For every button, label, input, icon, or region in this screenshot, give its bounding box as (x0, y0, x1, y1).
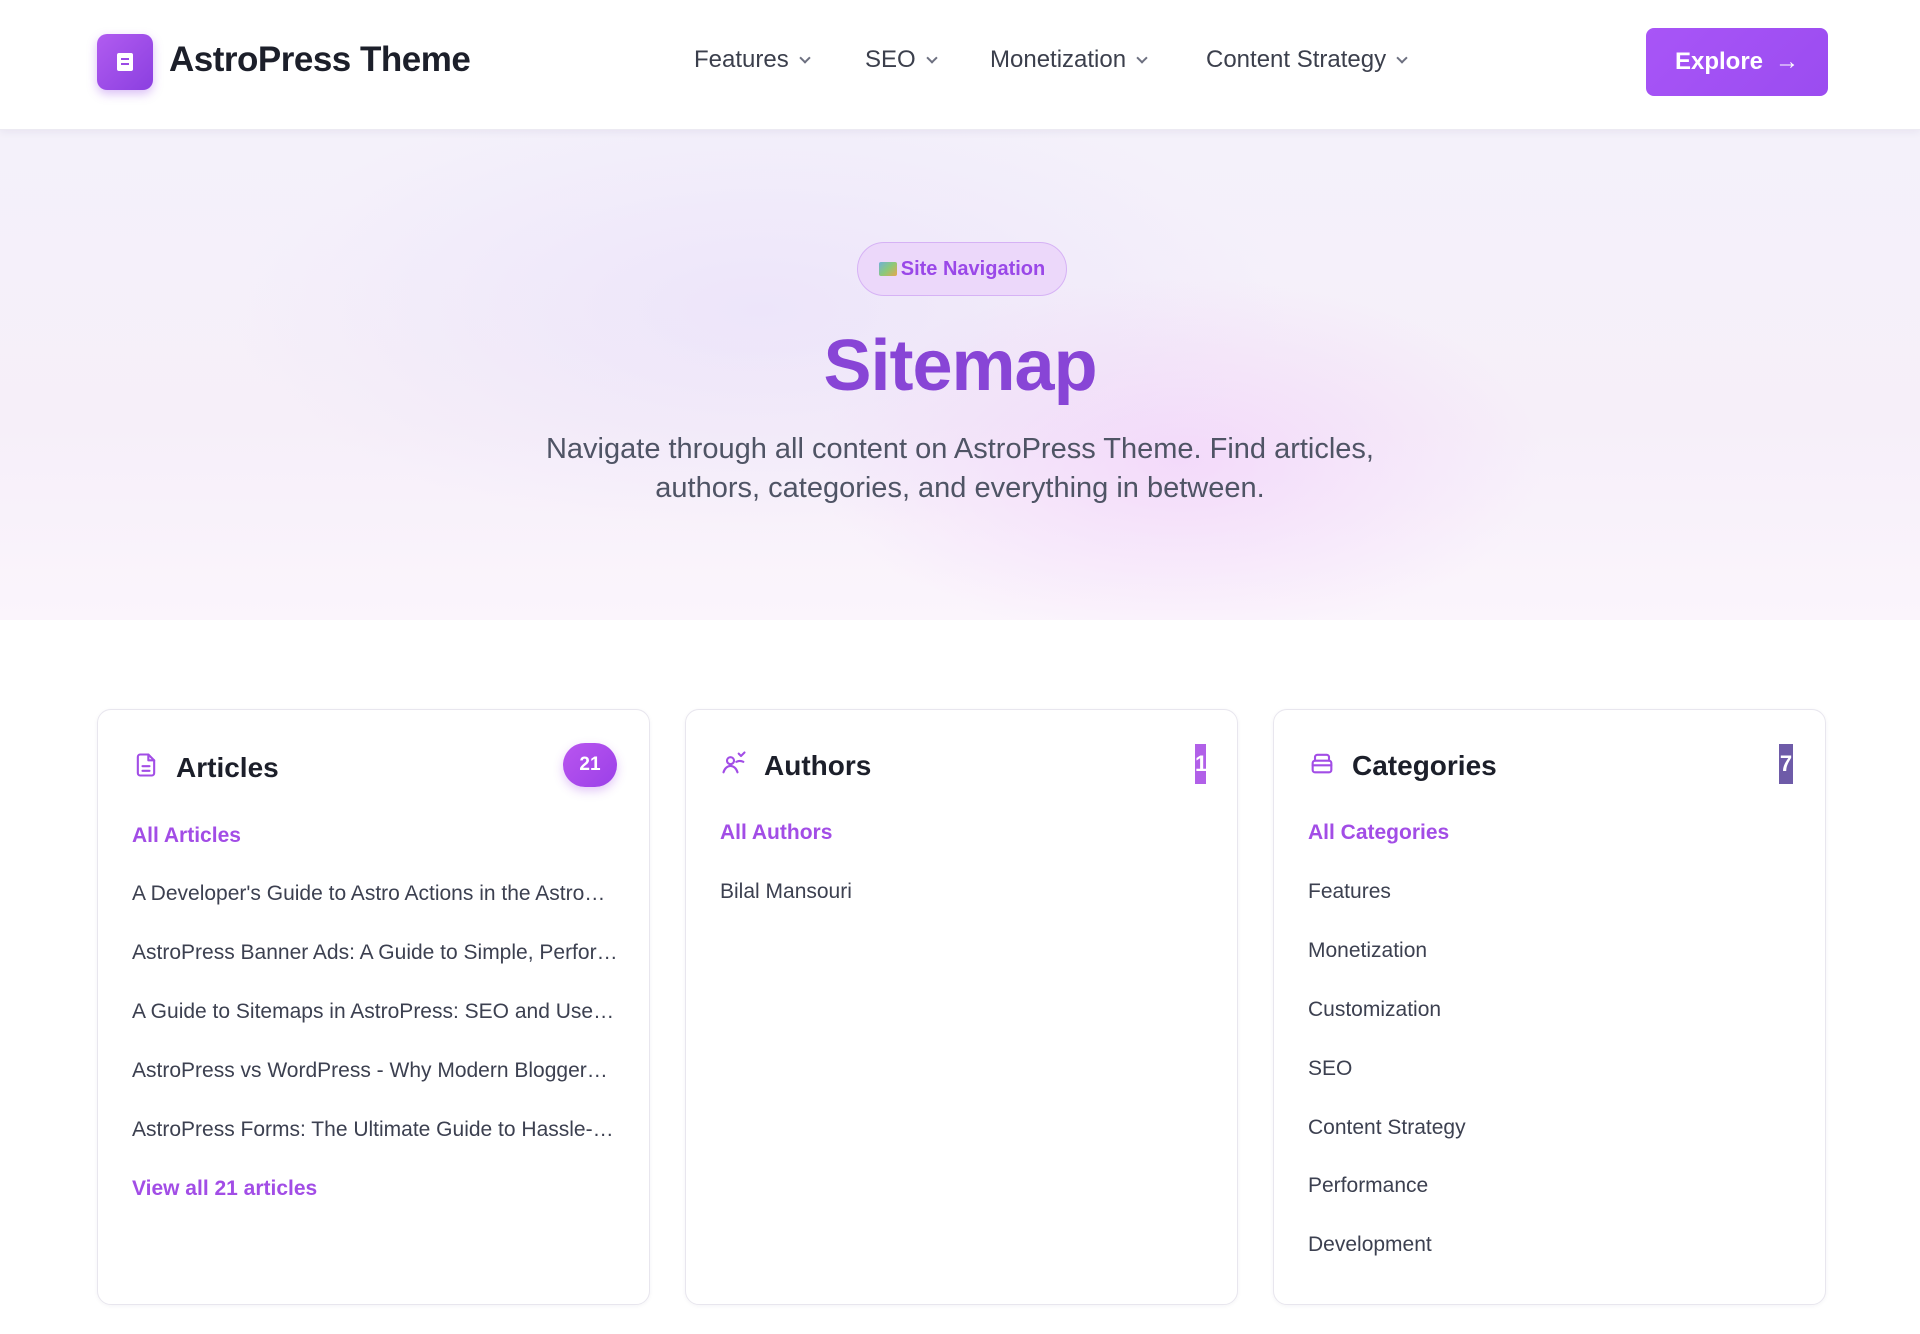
card-title: Authors (764, 750, 872, 781)
all-articles-link[interactable]: All Articles (132, 824, 241, 848)
nav-item-seo[interactable]: SEO (865, 46, 938, 74)
categories-count-badge: 7 (1779, 744, 1793, 784)
logo-icon[interactable] (97, 34, 153, 90)
nav-item-content-strategy[interactable]: Content Strategy (1206, 46, 1408, 74)
chevron-down-icon (799, 51, 811, 64)
explore-button-label: Explore (1674, 48, 1764, 75)
category-link[interactable]: Monetization (1308, 939, 1794, 963)
page-title: Sitemap (823, 326, 1097, 406)
document-glyph-icon (117, 53, 133, 71)
nav-item-features[interactable]: Features (694, 46, 811, 74)
arrow-right-icon: → (1775, 48, 1800, 75)
author-link[interactable]: Bilal Mansouri (720, 880, 1206, 904)
article-link[interactable]: AstroPress Banner Ads: A Guide to Simple… (132, 941, 618, 965)
nav-item-label: SEO (865, 46, 916, 73)
badge-label: Site Navigation (900, 257, 1046, 280)
article-link[interactable]: A Guide to Sitemaps in AstroPress: SEO a… (132, 1000, 618, 1024)
all-categories-link[interactable]: All Categories (1308, 821, 1449, 845)
chevron-down-icon (1136, 51, 1148, 64)
authors-count-badge: 1 (1195, 744, 1206, 784)
category-link[interactable]: Performance (1308, 1174, 1794, 1198)
categories-icon (1311, 753, 1333, 774)
article-link[interactable]: AstroPress Forms: The Ultimate Guide to … (132, 1118, 618, 1142)
all-authors-link[interactable]: All Authors (720, 821, 832, 845)
document-icon (136, 753, 156, 777)
article-link[interactable]: AstroPress vs WordPress - Why Modern Blo… (132, 1059, 618, 1083)
nav-item-label: Monetization (990, 46, 1127, 73)
articles-count-badge: 21 (563, 743, 617, 787)
categories-card: Categories 7 All Categories Features Mon… (1273, 709, 1826, 1305)
authors-icon (722, 751, 746, 774)
site-navigation-badge: Site Navigation (857, 242, 1067, 296)
nav-item-label: Content Strategy (1206, 46, 1387, 73)
article-link[interactable]: A Developer's Guide to Astro Actions in … (132, 882, 618, 906)
explore-button[interactable]: Explore → (1646, 28, 1828, 96)
map-icon (878, 262, 897, 276)
page-subtitle: Navigate through all content on AstroPre… (545, 433, 1374, 504)
category-link[interactable]: Development (1308, 1233, 1794, 1257)
category-link[interactable]: Content Strategy (1308, 1116, 1794, 1140)
nav-item-monetization[interactable]: Monetization (990, 46, 1148, 74)
card-title: Categories (1352, 750, 1497, 781)
articles-card: Articles 21 All Articles A Developer's G… (97, 709, 650, 1305)
authors-card: Authors 1 All Authors Bilal Mansouri (685, 709, 1238, 1305)
brand-name[interactable]: AstroPress Theme (169, 40, 471, 80)
category-link[interactable]: Customization (1308, 998, 1794, 1022)
chevron-down-icon (926, 51, 938, 64)
card-title: Articles (176, 752, 279, 783)
category-link[interactable]: Features (1308, 880, 1794, 904)
category-link[interactable]: SEO (1308, 1057, 1794, 1081)
view-all-articles-link[interactable]: View all 21 articles (132, 1177, 317, 1201)
nav-item-label: Features (694, 46, 789, 73)
chevron-down-icon (1396, 51, 1408, 64)
site-header: AstroPress Theme Features SEO Monetizati… (0, 0, 1920, 130)
